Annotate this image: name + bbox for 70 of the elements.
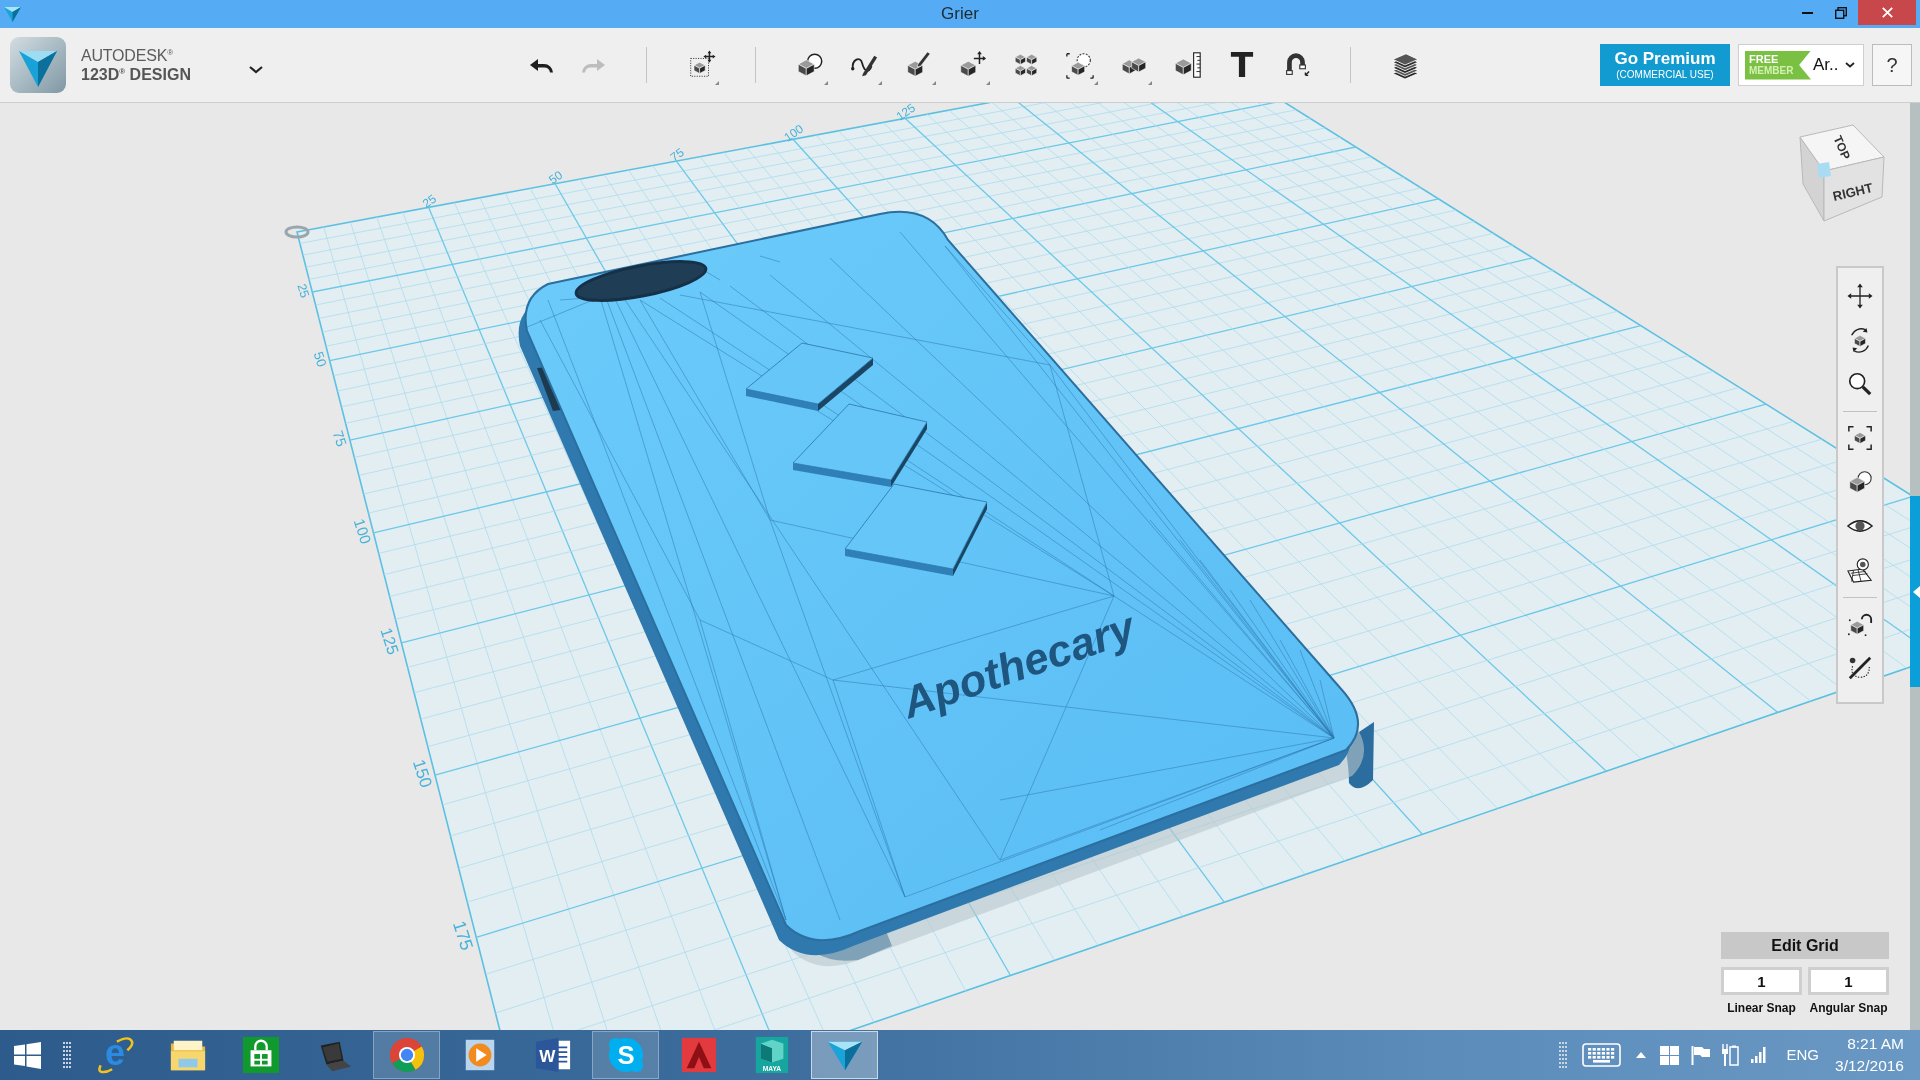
keyboard-icon xyxy=(1581,1043,1621,1067)
notification-button[interactable] xyxy=(1690,1045,1710,1065)
grip-icon xyxy=(1558,1042,1567,1068)
grid-label: 75 xyxy=(329,428,350,449)
grid-label: 100 xyxy=(350,516,375,546)
shopping-bag-icon xyxy=(241,1036,280,1074)
cube-dashed-circle-icon xyxy=(1065,50,1095,80)
grid-label: 25 xyxy=(294,282,312,300)
grip-icon xyxy=(63,1042,71,1068)
left-triangle-icon xyxy=(1913,585,1920,598)
origin-icon xyxy=(284,225,310,239)
field-label: Angular Snap xyxy=(1808,1000,1889,1017)
grid-label: 150 xyxy=(408,757,436,790)
zoom-icon xyxy=(1847,371,1873,397)
help-button[interactable]: ? xyxy=(1872,44,1912,86)
signal-bars-icon xyxy=(1750,1047,1766,1063)
plan-label: MEMBER xyxy=(1749,64,1795,77)
minimize-icon xyxy=(1801,11,1813,14)
grid-label: 125 xyxy=(377,625,403,657)
action-button[interactable] xyxy=(1659,1045,1679,1065)
edit-grid-button[interactable]: Edit Grid xyxy=(1721,932,1889,959)
toolbar-button[interactable]: T xyxy=(1215,38,1269,92)
segmented-circle-icon xyxy=(387,1036,426,1074)
grid-eye-icon xyxy=(1847,557,1873,583)
cube-magnet-icon xyxy=(1847,611,1873,637)
battery-plug-icon xyxy=(1720,1044,1739,1066)
ruler-path-icon xyxy=(1847,655,1873,681)
grid-label: 50 xyxy=(310,349,330,369)
field-label: Linear Snap xyxy=(1726,1000,1797,1017)
plan-label: FREE xyxy=(1749,52,1780,65)
taskbar-app-button[interactable] xyxy=(811,1031,878,1079)
power-button[interactable] xyxy=(1720,1044,1739,1066)
grid-label: 100 xyxy=(781,121,806,145)
account-menu-button[interactable]: Ar.. xyxy=(1813,45,1855,85)
case-corner-lip xyxy=(1344,722,1374,789)
network-button[interactable] xyxy=(1750,1047,1766,1063)
flag-icon xyxy=(1690,1045,1710,1065)
window-title: Grier xyxy=(941,3,979,25)
snap-field[interactable]: 1 xyxy=(1721,967,1802,995)
panel-handle[interactable] xyxy=(1910,496,1920,687)
fit-view-icon xyxy=(1847,425,1873,451)
undo-icon xyxy=(528,57,554,73)
caret-up-icon xyxy=(1635,1052,1646,1058)
taskbar-app-button[interactable]: W xyxy=(519,1031,586,1079)
pyramid-logo-icon xyxy=(10,37,66,93)
caret-icon xyxy=(1844,62,1855,68)
taskbar-app-button[interactable] xyxy=(373,1031,440,1079)
pyramid-logo-icon xyxy=(4,6,21,22)
close-button[interactable] xyxy=(1858,0,1916,25)
window-panes-icon xyxy=(14,1041,41,1069)
restore-icon xyxy=(1835,6,1847,19)
grid-label: 75 xyxy=(667,145,687,165)
close-icon xyxy=(1881,7,1893,18)
show-hidden-button[interactable] xyxy=(1635,1052,1646,1058)
grid-label: 50 xyxy=(546,167,566,187)
redo-icon xyxy=(580,57,606,73)
chevron-icon xyxy=(249,66,263,74)
move-arrows-icon xyxy=(1847,283,1873,309)
window-panes-icon xyxy=(1659,1045,1679,1065)
brand-name: AUTODESK$^{®}$ xyxy=(81,46,174,65)
grid-label: 25 xyxy=(419,191,439,211)
letter-s-icon: S xyxy=(606,1036,645,1074)
snap-field[interactable]: 1 xyxy=(1808,967,1889,995)
grid-label: 175 xyxy=(448,918,478,953)
product-name: 123D$^{®}$ DESIGN xyxy=(81,65,192,84)
keyboard-button[interactable] xyxy=(1581,1043,1621,1067)
cube-ruler-icon xyxy=(1173,50,1203,80)
cube-circle-icon xyxy=(1847,469,1873,495)
grid-label: 125 xyxy=(893,103,919,124)
triangle-tile-icon xyxy=(679,1036,718,1074)
